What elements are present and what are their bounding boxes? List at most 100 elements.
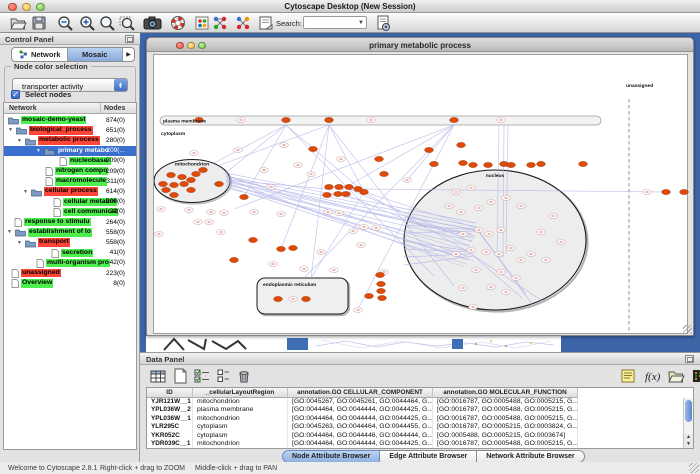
network-node[interactable] <box>170 192 179 197</box>
tree-row-metabolic-process[interactable]: ▼metabolic process280(0) <box>4 135 136 145</box>
tree-row-macromolecule[interactable]: macromolecule311(0) <box>4 176 136 186</box>
tree-row-nitrogen-compo[interactable]: nitrogen compo209(0) <box>4 166 136 176</box>
table-cell[interactable]: cytoplasm <box>193 432 288 440</box>
annotation-icon[interactable] <box>256 14 276 32</box>
table-cell[interactable]: [GO:0016787, GO:0005488, GO:0005215, G..… <box>433 415 578 423</box>
table-cell[interactable]: mitochondrion <box>193 398 288 406</box>
table-scrollbar[interactable]: ▲▼ <box>683 398 693 448</box>
select-attributes-icon[interactable] <box>192 367 212 385</box>
network-node[interactable] <box>289 245 298 250</box>
zoom-out-icon[interactable] <box>55 14 75 32</box>
network-window-titlebar[interactable]: primary metabolic process <box>147 38 693 52</box>
network-node[interactable] <box>302 296 311 301</box>
table-cell[interactable]: YLR295C <box>147 423 193 431</box>
tree-row-cell-communicat[interactable]: cell communicat22(0) <box>4 207 136 217</box>
table-cell[interactable]: [GO:0045267, GO:0045261, GO:0044464, G..… <box>288 398 433 406</box>
table-cell[interactable]: [GO:0016787, GO:0005488, GO:0005215, G..… <box>433 398 578 406</box>
table-cell[interactable]: YPL036W__1 <box>147 415 193 423</box>
tab-network[interactable]: Network <box>12 48 68 61</box>
network-node[interactable] <box>579 161 588 166</box>
float-panel-icon[interactable] <box>125 35 134 43</box>
import-attributes-icon[interactable] <box>666 367 686 385</box>
expand-arrow-icon[interactable]: ▼ <box>8 127 13 133</box>
unselect-attributes-icon[interactable] <box>215 367 235 385</box>
network-node[interactable] <box>309 146 318 151</box>
network-node[interactable] <box>469 162 478 167</box>
network-node[interactable] <box>376 272 385 277</box>
column-header-3[interactable]: annotation.GO MOLECULAR_FUNCTION <box>433 388 578 398</box>
attribute-table-icon[interactable] <box>148 367 168 385</box>
column-header-0[interactable]: ID <box>147 388 193 398</box>
network-node[interactable] <box>430 161 439 166</box>
network-node[interactable] <box>375 156 384 161</box>
network-node[interactable] <box>167 172 176 177</box>
table-cell[interactable]: YJR121W__1 <box>147 398 193 406</box>
copy-network-icon[interactable] <box>233 14 253 32</box>
network-node[interactable] <box>680 189 689 194</box>
table-cell[interactable]: [GO:0016787, GO:0005488, GO:0005215, G..… <box>433 406 578 414</box>
network-node[interactable] <box>325 117 334 122</box>
zoom-in-icon[interactable] <box>77 14 97 32</box>
expand-arrow-icon[interactable]: ▼ <box>17 240 22 246</box>
chevron-down-icon[interactable]: ▼ <box>358 20 364 26</box>
session-file-icon[interactable] <box>373 14 393 32</box>
table-cell[interactable]: YPL036W__2 <box>147 406 193 414</box>
expand-arrow-icon[interactable]: ▼ <box>23 189 28 195</box>
tree-row-secretion[interactable]: secretion41(0) <box>4 248 136 258</box>
network-node[interactable] <box>162 187 171 192</box>
table-cell[interactable]: mitochondrion <box>193 440 288 448</box>
window-resize-grip[interactable] <box>683 325 692 334</box>
table-cell[interactable]: [GO:0005488, GO:0005215, GO:0003674] <box>433 432 578 440</box>
tree-row-multi-organism-pro[interactable]: multi-organism pro42(0) <box>4 258 136 268</box>
column-header-2[interactable]: annotation.GO CELLULAR_COMPONENT <box>288 388 433 398</box>
tab-mosaic[interactable]: Mosaic <box>68 48 124 61</box>
network-node[interactable] <box>159 181 168 186</box>
tab-overflow-arrow[interactable]: ▶ <box>123 48 134 61</box>
network-canvas[interactable]: plasma membranecytoplasmmitochondrionnuc… <box>153 54 688 334</box>
network-node[interactable] <box>484 162 493 167</box>
network-node[interactable] <box>282 117 291 122</box>
network-node[interactable] <box>365 293 374 298</box>
network-node[interactable] <box>377 281 386 286</box>
network-view-window[interactable]: primary metabolic process plasma membran… <box>146 37 694 336</box>
network-node[interactable] <box>334 191 343 196</box>
tree-row-establishment-of-lo[interactable]: ▼establishment of lo558(0) <box>4 227 136 237</box>
network-node[interactable] <box>187 187 196 192</box>
table-cell[interactable]: [GO:0016787, GO:0005215, GO:0003824, G..… <box>433 423 578 431</box>
table-cell[interactable]: [GO:0044464, GO:0044444, GO:0044425, G..… <box>288 406 433 414</box>
network-node[interactable] <box>323 192 332 197</box>
network-node[interactable] <box>249 237 258 242</box>
table-cell[interactable]: [GO:0044464, GO:0044444, GO:0044425, G..… <box>288 440 433 448</box>
network-node[interactable] <box>527 162 536 167</box>
network-node[interactable] <box>345 184 354 189</box>
network-node[interactable] <box>380 171 389 176</box>
table-cell[interactable]: YKR052C <box>147 432 193 440</box>
scrollbar-arrows[interactable]: ▲▼ <box>684 434 693 448</box>
scrollbar-thumb[interactable] <box>685 400 692 422</box>
network-node[interactable] <box>459 160 468 165</box>
search-input[interactable]: ▼ <box>303 16 367 29</box>
network-node[interactable] <box>537 161 546 166</box>
network-node[interactable] <box>170 182 179 187</box>
snapshot-icon[interactable] <box>142 14 162 32</box>
table-cell[interactable]: [GO:0045263, GO:0044464, GO:0044455, G..… <box>288 423 433 431</box>
notes-icon[interactable] <box>618 367 638 385</box>
network-node[interactable] <box>378 295 387 300</box>
network-node[interactable] <box>335 184 344 189</box>
new-attribute-icon[interactable] <box>170 367 190 385</box>
tree-row-primary-metabo[interactable]: ▼primary metabo209(... <box>4 146 136 156</box>
column-header-1[interactable]: _cellularLayoutRegion <box>193 388 288 398</box>
table-cell[interactable]: YDR039C__1 <box>147 440 193 448</box>
network-node[interactable] <box>354 186 363 191</box>
tree-row-mosaic-demo-yeast[interactable]: mosaic-demo-yeast874(0) <box>4 115 136 125</box>
table-cell[interactable]: cytoplasm <box>193 423 288 431</box>
network-node[interactable] <box>178 174 187 179</box>
network-node[interactable] <box>377 288 386 293</box>
zoom-fit-icon[interactable] <box>97 14 117 32</box>
tree-row-cellular-process[interactable]: ▼cellular process614(0) <box>4 186 136 196</box>
table-cell[interactable]: plasma membrane <box>193 406 288 414</box>
network-edge[interactable] <box>329 125 364 192</box>
expand-arrow-icon[interactable]: ▼ <box>36 148 41 154</box>
tree-row-cellular-metabol[interactable]: cellular metabol209(0) <box>4 197 136 207</box>
network-node[interactable] <box>662 189 671 194</box>
